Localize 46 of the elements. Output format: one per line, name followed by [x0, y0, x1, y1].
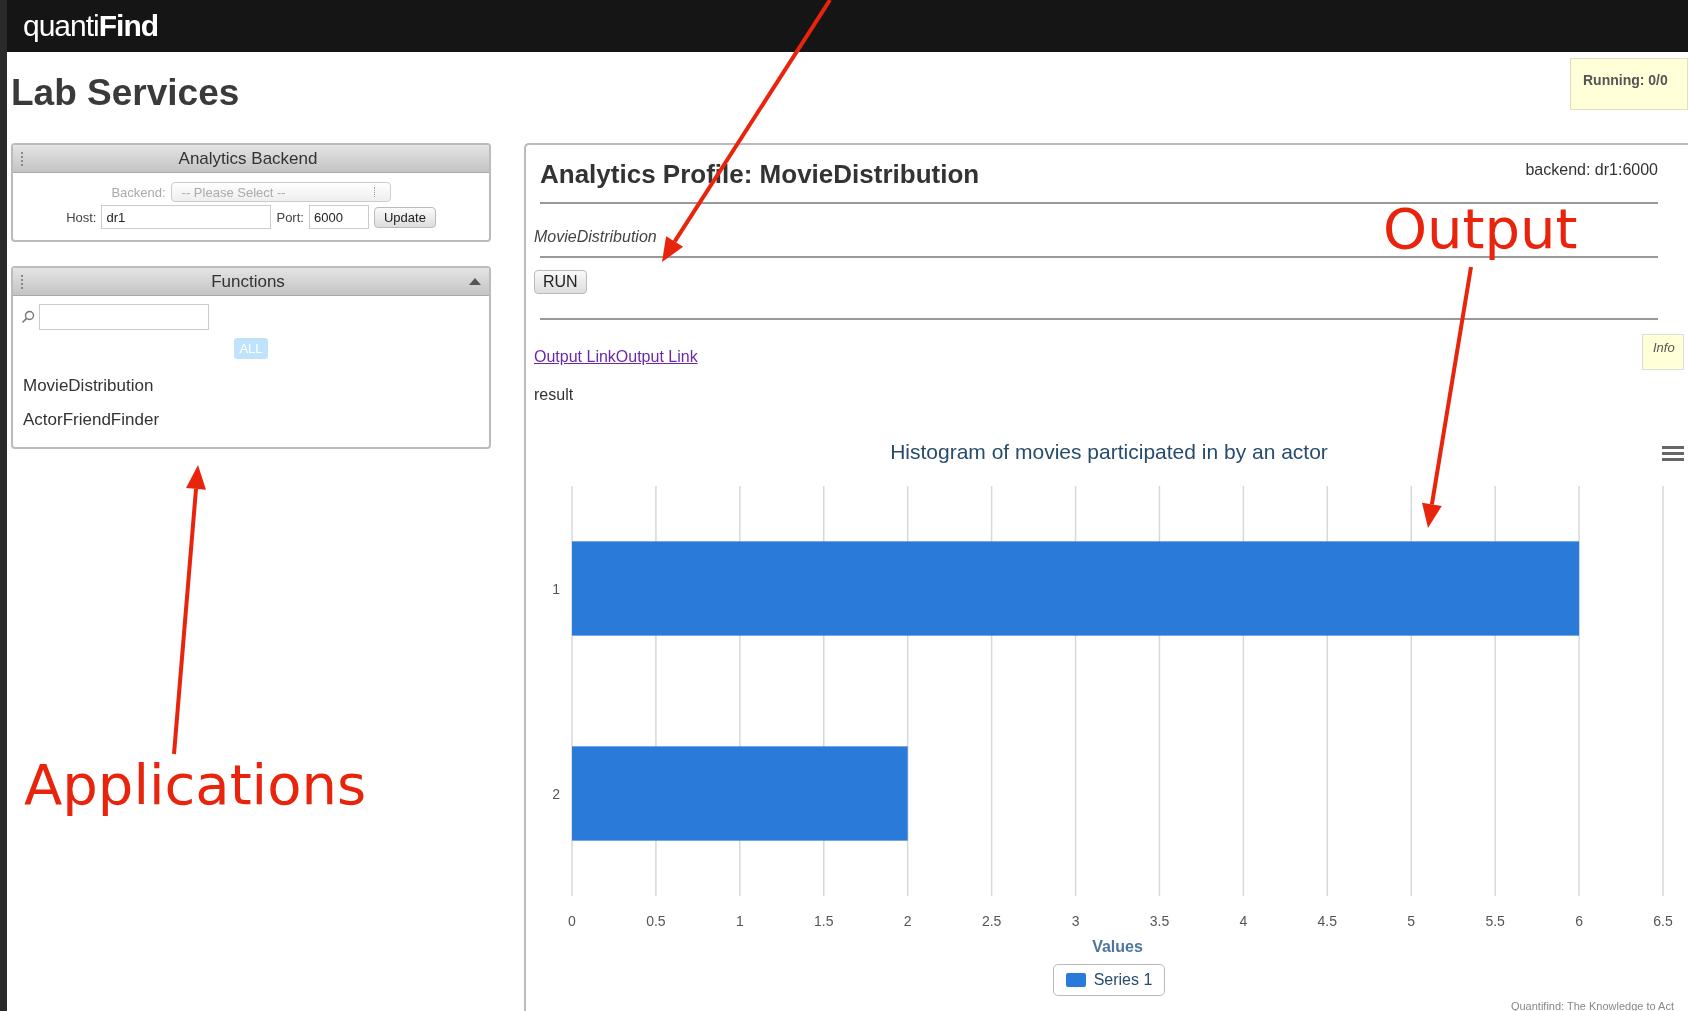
tick-label: 1.5 — [814, 913, 834, 929]
port-field[interactable]: 6000 — [308, 205, 369, 229]
legend-item[interactable]: Series 1 — [1052, 964, 1166, 996]
tick-label: 6 — [1575, 913, 1583, 929]
logo: quantiFind — [23, 9, 159, 43]
menu-icon[interactable] — [1662, 444, 1684, 462]
tick-label: 3.5 — [1149, 913, 1170, 929]
collapse-icon[interactable] — [469, 278, 481, 285]
tick-label: 3 — [1071, 913, 1080, 929]
result-label: result — [534, 385, 575, 404]
function-item[interactable]: ActorFriendFinder — [21, 403, 481, 437]
tick-label: 6.5 — [1653, 913, 1673, 929]
panel-title: Functions — [210, 271, 286, 292]
tick-label: 0.5 — [646, 913, 666, 929]
tick-label: 5.5 — [1485, 913, 1505, 929]
tick-label: 1 — [735, 913, 744, 929]
backend-label: Backend: — [111, 184, 166, 200]
output-link[interactable]: Output LinkOutput Link — [534, 348, 698, 366]
annotation-label: Applications — [24, 752, 367, 817]
function-name: MovieDistribution — [534, 228, 657, 246]
category-label: 1 — [552, 580, 560, 597]
info-button[interactable]: Info — [1642, 334, 1684, 370]
port-label: Port: — [276, 209, 304, 225]
tick-label: 2 — [903, 913, 912, 929]
run-button[interactable]: RUN — [534, 270, 587, 294]
update-button[interactable]: Update — [373, 206, 436, 228]
tick-label: 4 — [1239, 913, 1248, 929]
tick-label: 2.5 — [981, 913, 1002, 929]
panel-title: Analytics Backend — [177, 148, 319, 169]
tick-label: 5 — [1407, 913, 1416, 929]
tick-label: 0 — [568, 913, 576, 929]
category-label: 2 — [552, 785, 560, 802]
axis-title: Values — [1092, 938, 1143, 955]
host-label: Host: — [66, 209, 97, 225]
chart-title: Histogram of movies participated in by an actor — [890, 440, 1328, 464]
running-badge: Running: 0/0 — [1570, 58, 1688, 110]
search-icon — [21, 310, 35, 324]
search-field[interactable] — [39, 304, 209, 330]
annotation-label: Output — [1383, 196, 1578, 261]
page-title: Lab Services — [11, 72, 240, 114]
host-field[interactable]: dr1 — [101, 205, 272, 229]
function-item[interactable]: MovieDistribution — [21, 369, 481, 403]
tick-label: 4.5 — [1317, 913, 1338, 929]
backend-text: backend: dr1:6000 — [1525, 161, 1658, 179]
backend-select: -- Please Select -- — [170, 182, 391, 202]
legend-label: Series 1 — [1093, 971, 1153, 989]
